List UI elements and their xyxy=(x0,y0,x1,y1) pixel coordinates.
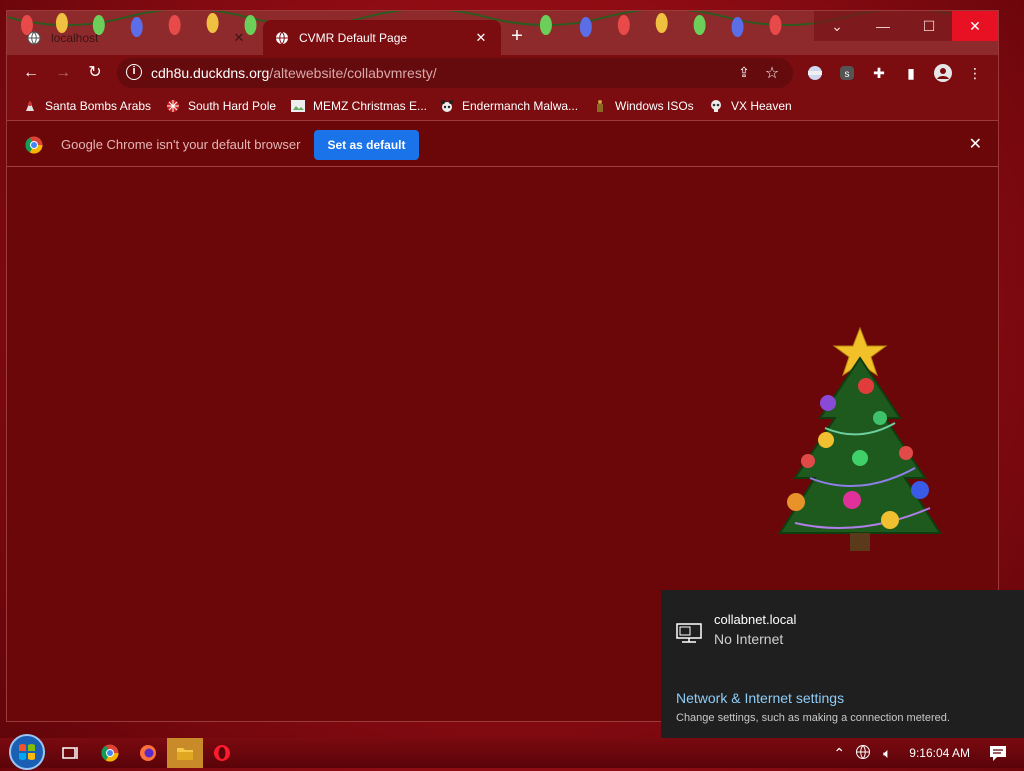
extension-profile-flag-icon[interactable] xyxy=(804,62,826,84)
bookmark-windows-isos[interactable]: Windows ISOs xyxy=(593,97,694,115)
tab-title: CVMR Default Page xyxy=(299,30,408,45)
close-tab-icon[interactable]: ✕ xyxy=(473,30,489,46)
firefox-icon[interactable] xyxy=(137,742,159,764)
network-name[interactable]: collabnet.local xyxy=(714,612,796,627)
system-tray: ⌃ 🔈︎ 9:16:04 AM xyxy=(827,738,1024,768)
network-settings-link[interactable]: Network & Internet settings xyxy=(676,690,844,706)
set-as-default-button[interactable]: Set as default xyxy=(314,130,419,160)
task-view-icon[interactable] xyxy=(60,742,82,764)
figure-icon xyxy=(597,100,603,112)
tab-title: localhost xyxy=(51,30,99,45)
network-globe-icon[interactable] xyxy=(851,744,875,763)
chevron-up-icon[interactable]: ⌃ xyxy=(827,745,851,762)
svg-text:s: s xyxy=(845,69,850,80)
maximize-icon[interactable]: ☐ xyxy=(906,11,952,41)
profile-avatar-icon[interactable] xyxy=(932,62,954,84)
network-flyout: collabnet.local No Internet Network & In… xyxy=(661,590,1024,738)
bookmark-label: Santa Bombs Arabs xyxy=(45,99,152,113)
toolbar: ← → ↻ i cdh8u.duckdns.org/altewebsite/co… xyxy=(7,55,998,91)
bookmark-label: Endermanch Malwa... xyxy=(462,99,579,113)
bookmarks-bar: Santa Bombs Arabs South Hard Pole MEMZ C… xyxy=(7,91,998,121)
christmas-tree-decoration xyxy=(778,326,942,551)
chrome-logo-icon xyxy=(25,136,43,154)
bookmark-label: Windows ISOs xyxy=(615,99,694,113)
bookmark-endermanch-malware[interactable]: Endermanch Malwa... xyxy=(440,97,578,115)
start-button-icon[interactable] xyxy=(8,733,46,771)
close-infobar-icon[interactable]: ✕ xyxy=(969,134,982,154)
wired-network-icon xyxy=(676,623,702,643)
tab-strip: localhost ✕ CVMR Default Page ✕ + ⌄ — ☐ … xyxy=(7,11,998,55)
close-tab-icon[interactable]: ✕ xyxy=(231,30,247,46)
tab-cvmr-default-page[interactable]: CVMR Default Page ✕ xyxy=(263,20,501,55)
share-icon[interactable]: ⇪ xyxy=(735,64,753,82)
url-text[interactable]: cdh8u.duckdns.org/altewebsite/collabvmre… xyxy=(151,65,437,81)
close-window-icon[interactable]: ✕ xyxy=(952,11,998,41)
globe-icon xyxy=(276,31,288,44)
window-controls: ⌄ — ☐ ✕ xyxy=(814,11,998,41)
forward-arrow-icon[interactable]: → xyxy=(53,63,73,83)
extension-s-icon[interactable]: s xyxy=(836,62,858,84)
bookmark-label: VX Heaven xyxy=(731,99,792,113)
file-explorer-icon[interactable] xyxy=(167,738,203,768)
bookmark-santa-bombs-arabs[interactable]: Santa Bombs Arabs xyxy=(23,97,151,115)
reload-icon[interactable]: ↻ xyxy=(85,63,105,83)
new-tab-icon[interactable]: + xyxy=(507,25,527,47)
network-settings-hint: Change settings, such as making a connec… xyxy=(676,712,950,724)
bookmark-label: South Hard Pole xyxy=(188,99,277,113)
default-browser-infobar: Google Chrome isn't your default browser… xyxy=(7,122,998,167)
globe-icon xyxy=(27,31,41,44)
taskbar-clock[interactable]: 9:16:04 AM xyxy=(909,746,970,760)
image-icon xyxy=(291,100,305,112)
address-bar[interactable]: i cdh8u.duckdns.org/altewebsite/collabvm… xyxy=(117,58,793,88)
site-info-icon[interactable]: i xyxy=(126,64,142,80)
kebab-menu-icon[interactable]: ⋮ xyxy=(964,62,986,84)
bookmark-memz-christmas[interactable]: MEMZ Christmas E... xyxy=(291,97,427,115)
back-arrow-icon[interactable]: ← xyxy=(21,63,41,83)
desktop: localhost ✕ CVMR Default Page ✕ + ⌄ — ☐ … xyxy=(0,0,1024,770)
chrome-icon[interactable] xyxy=(99,742,121,764)
skull-icon xyxy=(711,100,721,112)
taskbar: ⌃ 🔈︎ 9:16:04 AM xyxy=(0,734,1024,770)
tab-search-chevron-icon[interactable]: ⌄ xyxy=(814,11,860,41)
santa-icon xyxy=(26,101,34,111)
opera-icon[interactable] xyxy=(211,742,233,764)
bookmark-vx-heaven[interactable]: VX Heaven xyxy=(709,97,792,115)
bookmark-south-hard-pole[interactable]: South Hard Pole xyxy=(166,97,276,115)
url-host: cdh8u.duckdns.org xyxy=(151,65,270,81)
minimize-icon[interactable]: — xyxy=(860,11,906,41)
infobar-message: Google Chrome isn't your default browser xyxy=(61,137,301,152)
volume-icon[interactable]: 🔈︎ xyxy=(875,745,899,762)
panda-icon xyxy=(441,100,453,112)
bookmark-star-icon[interactable]: ☆ xyxy=(763,63,781,82)
action-center-icon[interactable] xyxy=(988,744,1008,762)
network-status: No Internet xyxy=(714,631,784,647)
url-path: /altewebsite/collabvmresty/ xyxy=(269,65,437,81)
snowflake-icon xyxy=(167,100,179,112)
bookmark-label: MEMZ Christmas E... xyxy=(313,99,428,113)
tab-localhost[interactable]: localhost ✕ xyxy=(15,20,259,55)
extensions-puzzle-icon[interactable]: ✚ xyxy=(868,62,890,84)
side-panel-icon[interactable]: ▮ xyxy=(900,62,922,84)
